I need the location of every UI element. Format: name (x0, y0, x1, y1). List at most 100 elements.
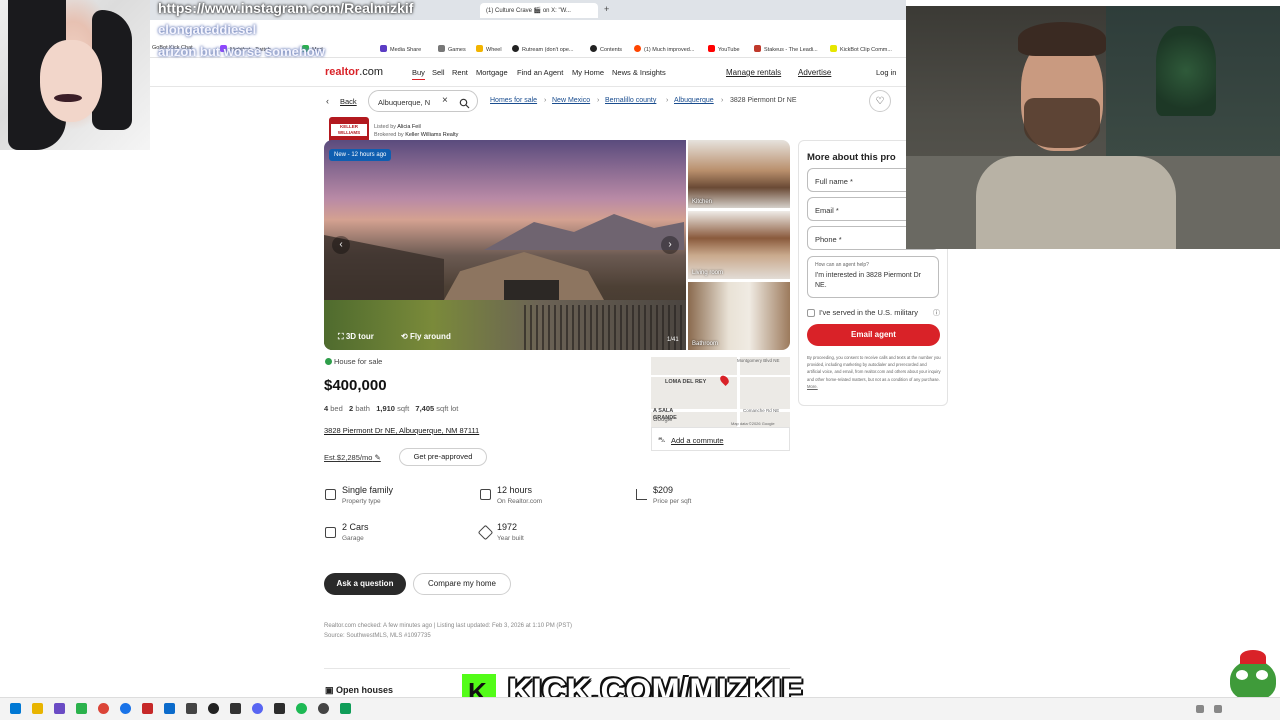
fly-around-button[interactable]: ⟲ Fly around (401, 332, 451, 341)
nav-news[interactable]: News & Insights (612, 68, 666, 77)
hammer-icon (477, 524, 494, 541)
message-field[interactable]: How can an agent help? I'm interested in… (807, 256, 939, 298)
frog-emote-icon (1230, 650, 1276, 700)
listed-by: Listed by Alicia Feil (374, 124, 421, 130)
next-photo-arrow-icon[interactable]: › (661, 236, 679, 254)
breadcrumb-county[interactable]: Bernalillo county (605, 97, 656, 104)
webcam-left (0, 0, 150, 150)
app-icon[interactable] (76, 703, 87, 714)
windows-start-icon[interactable] (10, 703, 21, 714)
calendar-icon (480, 489, 491, 500)
thumbnail-bathroom[interactable]: Bathroom (688, 282, 790, 350)
military-checkbox[interactable] (807, 309, 815, 317)
app-icon[interactable] (54, 703, 65, 714)
search-icon[interactable] (459, 96, 470, 109)
back-chevron-icon[interactable]: ‹ (326, 96, 329, 106)
app-icon[interactable] (274, 703, 285, 714)
bookmark-item[interactable]: KickBot Clip Comm... (830, 45, 892, 53)
app-icon[interactable] (230, 703, 241, 714)
bookmark-item[interactable]: Stakeus - The Leadi... (754, 45, 818, 53)
ask-question-button[interactable]: Ask a question (324, 573, 406, 595)
browser-icon[interactable] (120, 703, 131, 714)
obs-icon[interactable] (208, 703, 219, 714)
app-icon[interactable] (186, 703, 197, 714)
search-input[interactable]: Albuquerque, N (378, 98, 430, 107)
manage-rentals-link[interactable]: Manage rentals (726, 68, 781, 77)
tray-icon[interactable] (1214, 705, 1222, 713)
tab-title: (1) Culture Crave 🎬 on X: "W... (486, 8, 571, 14)
app-icon[interactable] (318, 703, 329, 714)
app-icon[interactable] (164, 703, 175, 714)
breadcrumb-city[interactable]: Albuquerque (674, 97, 714, 104)
listing-address-link[interactable]: 3828 Piermont Dr NE, Albuquerque, NM 871… (324, 426, 479, 435)
back-link[interactable]: Back (340, 97, 357, 106)
header-divider (150, 86, 906, 87)
cube-icon: ⛶ (338, 332, 344, 341)
3d-tour-button[interactable]: ⛶ 3D tour (338, 332, 374, 342)
new-tab-button[interactable]: + (604, 4, 609, 14)
app-icon[interactable] (142, 703, 153, 714)
nav-sell[interactable]: Sell (432, 68, 445, 77)
file-explorer-icon[interactable] (32, 703, 43, 714)
drone-icon: ⟲ (401, 332, 408, 341)
main-listing-photo[interactable] (324, 140, 686, 350)
fact-price-per-sqft: $209 (653, 485, 674, 495)
email-agent-button[interactable]: Email agent (807, 324, 940, 346)
bookmark-item[interactable]: Rutream (don't ope... (512, 45, 574, 53)
contact-panel-title: More about this pro (807, 152, 896, 163)
bookmark-item[interactable]: Wheel (476, 45, 502, 53)
thumbnail-kitchen[interactable]: Kitchen (688, 140, 790, 208)
bookmark-item[interactable]: (1) Much improved... (634, 45, 694, 53)
edit-pencil-icon: ✎ (374, 453, 381, 462)
listing-price: $400,000 (324, 377, 387, 394)
tray-icon[interactable] (1196, 705, 1204, 713)
overlay-instagram-url: https://www.instagram.com/Realmizkif (158, 0, 414, 16)
open-houses-heading[interactable]: ▣ Open houses (325, 685, 393, 696)
spotify-icon[interactable] (296, 703, 307, 714)
car-icon: ⛍ (658, 437, 666, 444)
overlay-line3: arizon but worse somehow (158, 44, 325, 59)
prev-photo-arrow-icon[interactable]: ‹ (332, 236, 350, 254)
compare-home-button[interactable]: Compare my home (413, 573, 511, 595)
search-box[interactable]: Albuquerque, N × (368, 90, 478, 112)
nav-buy[interactable]: Buy (412, 68, 425, 80)
overlay-line2: elongateddiesel (158, 22, 257, 37)
chrome-icon[interactable] (98, 703, 109, 714)
fact-year-built: 1972 (497, 522, 518, 532)
consent-disclaimer: By proceeding, you consent to receive ca… (807, 355, 941, 389)
payment-estimate-link[interactable]: Est.$2,285/mo ✎ (324, 453, 381, 462)
advertise-link[interactable]: Advertise (798, 68, 831, 77)
disclaimer-more-link[interactable]: More. (807, 384, 818, 389)
breadcrumb-homes-for-sale[interactable]: Homes for sale (490, 97, 537, 104)
app-icon[interactable] (340, 703, 351, 714)
bookmark-item[interactable]: Games (438, 45, 466, 53)
location-map[interactable]: LOMA DEL REY A SALA GRANDE Montgomery Bl… (651, 357, 790, 427)
get-preapproved-button[interactable]: Get pre-approved (399, 448, 487, 466)
realtor-logo[interactable]: realtor.com (325, 66, 383, 78)
nav-mortgage[interactable]: Mortgage (476, 68, 508, 77)
thumbnail-living-room[interactable]: Living room (688, 211, 790, 279)
bookmark-item[interactable]: Media Share (380, 45, 421, 53)
status-dot-icon (325, 358, 332, 365)
login-link[interactable]: Log in (876, 68, 896, 77)
browser-tab[interactable]: (1) Culture Crave 🎬 on X: "W... (480, 3, 598, 18)
clear-icon[interactable]: × (442, 95, 448, 106)
listing-source-text: Source: SouthwestMLS, MLS #1097735 (324, 633, 431, 639)
photo-counter: 1/41 (667, 337, 679, 343)
bookmark-item[interactable]: Contents (590, 45, 622, 53)
section-divider (324, 668, 790, 669)
info-icon[interactable]: ⓘ (933, 308, 940, 318)
nav-find-agent[interactable]: Find an Agent (517, 68, 563, 77)
save-heart-icon[interactable]: ♡ (869, 90, 891, 112)
webcam-right (906, 6, 1280, 249)
house-icon (325, 489, 336, 500)
nav-rent[interactable]: Rent (452, 68, 468, 77)
add-commute-link[interactable]: Add a commute (671, 436, 724, 445)
address-bar (150, 20, 906, 42)
nav-my-home[interactable]: My Home (572, 68, 604, 77)
discord-icon[interactable] (252, 703, 263, 714)
brokered-by: Brokered by Keller Williams Realty (374, 132, 459, 138)
breadcrumb-state[interactable]: New Mexico (552, 97, 590, 104)
fact-garage: 2 Cars (342, 522, 369, 532)
bookmark-item[interactable]: YouTube (708, 45, 740, 53)
